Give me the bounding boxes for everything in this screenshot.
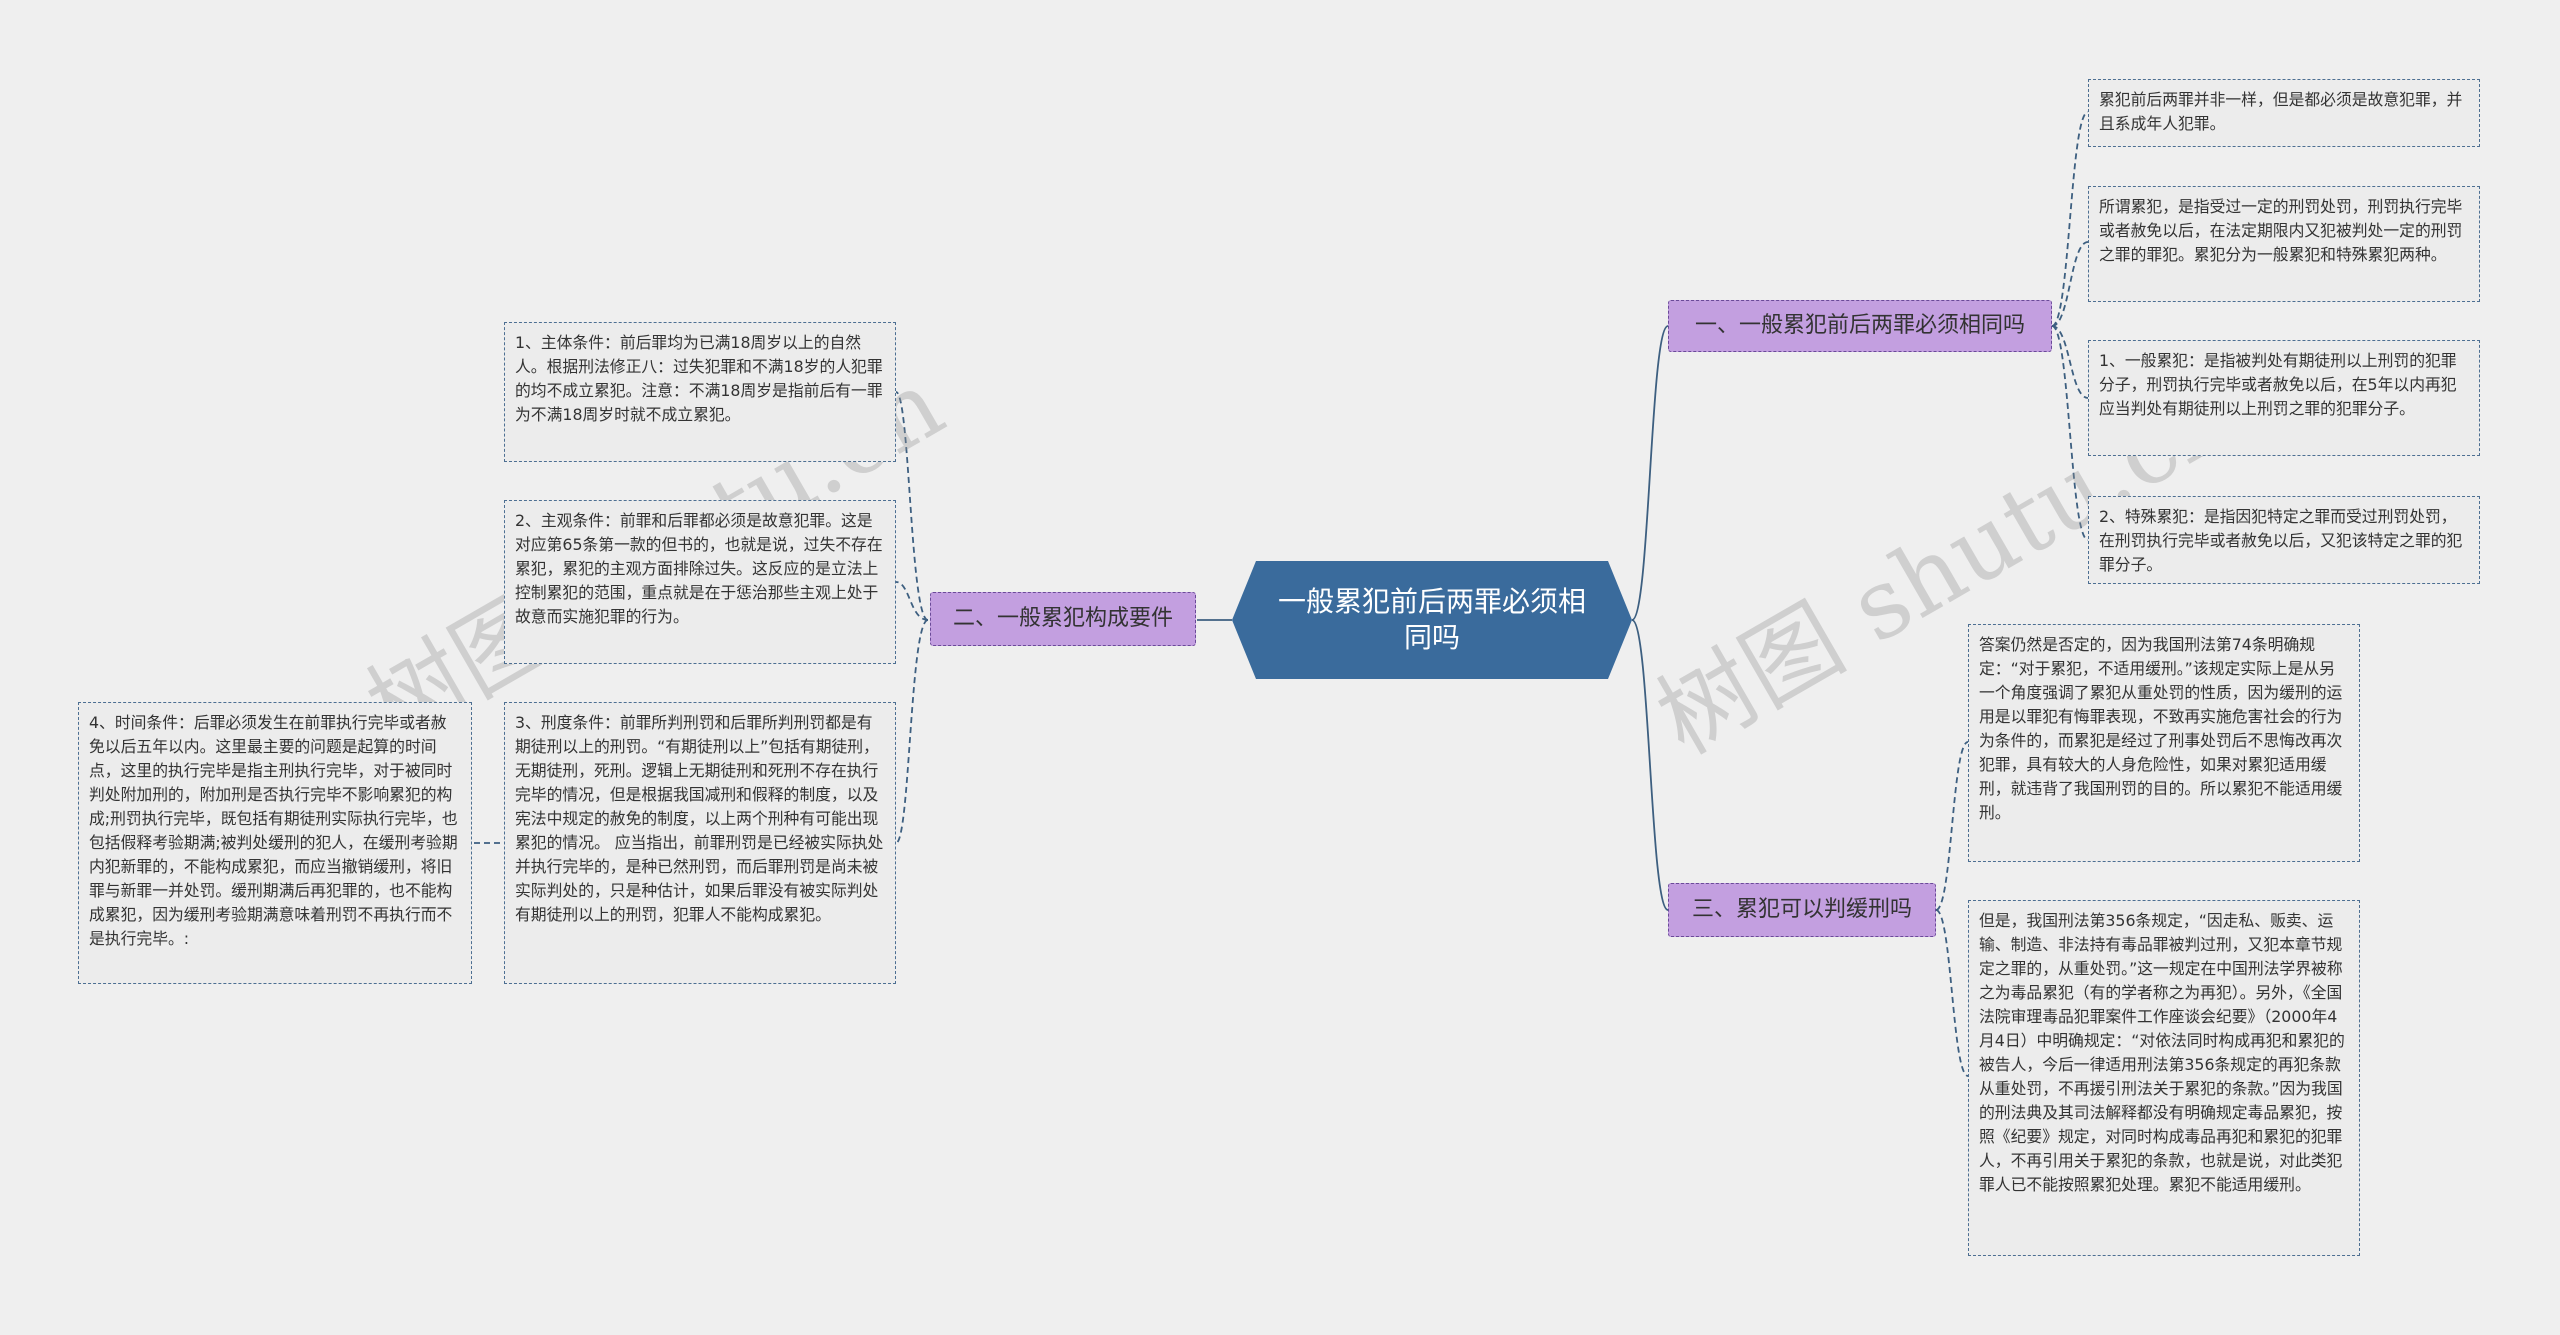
leaf-node-general-recidivism[interactable]: 1、一般累犯：是指被判处有期徒刑以上刑罚的犯罪分子，刑罚执行完毕或者赦免以后，在… (2088, 340, 2480, 456)
leaf-node-special-recidivism[interactable]: 2、特殊累犯：是指因犯特定之罪而受过刑罚处罚，在刑罚执行完毕或者赦免以后，又犯该… (2088, 496, 2480, 584)
branch-node-3[interactable]: 三、累犯可以判缓刑吗 (1668, 883, 1936, 937)
central-topic-label: 一般累犯前后两罪必须相同吗 (1277, 585, 1586, 654)
link-b1-r1 (2051, 111, 2089, 327)
branch-label: 一、一般累犯前后两罪必须相同吗 (1694, 313, 2025, 338)
leaf-node-recidivism-crimes[interactable]: 累犯前后两罪并非一样，但是都必须是故意犯罪，并且系成年人犯罪。 (2088, 79, 2480, 147)
link-b1-r3 (2051, 325, 2089, 399)
link-b2-m2 (895, 581, 929, 621)
branch-node-1[interactable]: 一、一般累犯前后两罪必须相同吗 (1668, 300, 2052, 352)
link-b2-m3 (895, 619, 929, 844)
leaf-node-recidivism-definition[interactable]: 所谓累犯，是指受过一定的刑罚处罚，刑罚执行完毕或者赦免以后，在法定期限内又犯被判… (2088, 186, 2480, 302)
link-b3-r6 (1935, 909, 1969, 1077)
link-b3-r5 (1935, 741, 1969, 911)
leaf-node-no-probation[interactable]: 答案仍然是否定的，因为我国刑法第74条明确规定：“对于累犯，不适用缓刑。”该规定… (1968, 624, 2360, 862)
link-b1-r4 (2051, 325, 2089, 541)
leaf-node-subjective-condition[interactable]: 2、主观条件：前罪和后罪都必须是故意犯罪。这是对应第65条第一款的但书的，也就是… (504, 500, 896, 664)
link-b1-r2 (2051, 241, 2089, 327)
link-center-b1 (1631, 325, 1669, 621)
leaf-node-drug-recidivism[interactable]: 但是，我国刑法第356条规定，“因走私、贩卖、运输、制造、非法持有毒品罪被判过刑… (1968, 900, 2360, 1256)
branch-node-2[interactable]: 二、一般累犯构成要件 (930, 592, 1196, 646)
branch-label: 三、累犯可以判缓刑吗 (1691, 897, 1912, 922)
link-center-b3 (1631, 619, 1669, 911)
link-b2-m1 (895, 391, 929, 621)
central-topic[interactable]: 一般累犯前后两罪必须相同吗 (1232, 561, 1632, 679)
leaf-node-subject-condition[interactable]: 1、主体条件：前后罪均为已满18周岁以上的自然人。根据刑法修正八：过失犯罪和不满… (504, 322, 896, 462)
leaf-node-time-condition[interactable]: 4、时间条件：后罪必须发生在前罪执行完毕或者赦免以后五年以内。这里最主要的问题是… (78, 702, 472, 984)
leaf-node-penalty-condition[interactable]: 3、刑度条件：前罪所判刑罚和后罪所判刑罚都是有期徒刑以上的刑罚。“有期徒刑以上”… (504, 702, 896, 984)
branch-label: 二、一般累犯构成要件 (952, 606, 1173, 631)
